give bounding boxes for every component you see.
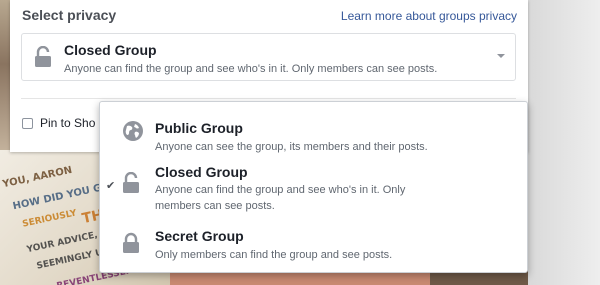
privacy-dropdown-menu: Public Group Anyone can see the group, i… bbox=[99, 101, 528, 273]
doodle-text: YOU, AARON bbox=[1, 164, 74, 191]
locked-lock-icon bbox=[122, 232, 142, 259]
menu-option-description: Anyone can see the group, its members an… bbox=[155, 141, 428, 153]
background-photo-right bbox=[528, 0, 600, 285]
menu-option-closed[interactable]: ✔ Closed Group Anyone can find the group… bbox=[100, 158, 527, 218]
doodle-text: SERIOUSLY bbox=[21, 208, 78, 230]
pin-to-shortcuts-row[interactable]: Pin to Sho bbox=[22, 116, 95, 130]
menu-option-description: Only members can find the group and see … bbox=[155, 249, 393, 261]
card-title: Select privacy bbox=[22, 7, 117, 23]
checkmark-icon: ✔ bbox=[106, 180, 116, 192]
privacy-select[interactable]: Closed Group Anyone can find the group a… bbox=[21, 33, 516, 81]
unlocked-lock-icon bbox=[34, 45, 54, 73]
pin-checkbox[interactable] bbox=[22, 117, 33, 129]
menu-option-title: Secret Group bbox=[155, 228, 244, 244]
menu-option-description-line2: members can see posts. bbox=[155, 200, 275, 212]
menu-option-title: Public Group bbox=[155, 120, 243, 136]
menu-option-title: Closed Group bbox=[155, 164, 248, 180]
menu-option-secret[interactable]: Secret Group Only members can find the g… bbox=[100, 220, 527, 268]
divider bbox=[21, 98, 516, 99]
globe-icon bbox=[122, 120, 144, 147]
pin-label: Pin to Sho bbox=[40, 116, 96, 130]
learn-more-link[interactable]: Learn more about groups privacy bbox=[341, 9, 517, 23]
doodle-text: HOW DID YOU G bbox=[11, 182, 103, 213]
chevron-down-icon bbox=[497, 54, 505, 58]
unlocked-lock-icon bbox=[122, 171, 142, 199]
menu-option-public[interactable]: Public Group Anyone can see the group, i… bbox=[100, 108, 527, 158]
menu-option-description-line1: Anyone can find the group and see who's … bbox=[155, 184, 406, 196]
background-photo-left bbox=[0, 0, 10, 160]
selected-privacy-title: Closed Group bbox=[64, 42, 157, 58]
selected-privacy-description: Anyone can find the group and see who's … bbox=[64, 63, 438, 75]
